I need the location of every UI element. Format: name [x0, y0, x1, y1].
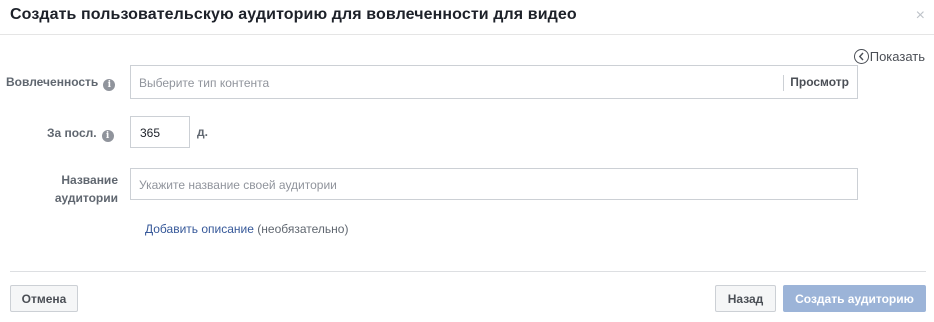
- info-icon[interactable]: i: [103, 79, 116, 91]
- divider: [783, 75, 784, 91]
- show-toggle-link[interactable]: Показать: [853, 49, 925, 64]
- preview-button[interactable]: Просмотр: [790, 75, 849, 89]
- show-toggle-label: Показать: [869, 49, 925, 64]
- create-audience-button[interactable]: Создать аудиторию: [783, 285, 926, 312]
- retention-unit: д.: [197, 125, 208, 139]
- retention-days-input[interactable]: 365: [130, 116, 190, 148]
- info-icon[interactable]: i: [101, 130, 114, 142]
- engagement-label: Вовлеченность: [6, 75, 99, 89]
- audience-name-placeholder: Укажите название своей аудитории: [139, 178, 337, 192]
- engagement-label-row: Вовлеченность i: [6, 75, 116, 91]
- optional-note: (необязательно): [257, 222, 349, 236]
- engagement-placeholder: Выберите тип контента: [139, 76, 270, 90]
- cancel-button[interactable]: Отмена: [10, 285, 78, 312]
- retention-label-row: За посл. i: [47, 126, 114, 142]
- dialog-title: Создать пользовательскую аудиторию для в…: [10, 6, 577, 23]
- add-description-row: Добавить описание (необязательно): [145, 222, 348, 236]
- engagement-content-select[interactable]: Выберите тип контента Просмотр: [130, 65, 858, 99]
- retention-label: За посл.: [47, 126, 97, 140]
- chevron-left-circle-icon: [853, 49, 869, 64]
- dialog-header: Создать пользовательскую аудиторию для в…: [0, 0, 934, 35]
- footer-divider: [10, 271, 926, 272]
- audience-name-label-line1: Название: [61, 173, 118, 187]
- close-icon[interactable]: ×: [916, 8, 925, 24]
- add-description-link[interactable]: Добавить описание: [145, 222, 254, 236]
- audience-name-label-line2: аудитории: [54, 191, 118, 205]
- back-button[interactable]: Назад: [715, 285, 776, 312]
- audience-name-input[interactable]: Укажите название своей аудитории: [130, 168, 858, 200]
- audience-name-label: Название аудитории: [40, 171, 118, 207]
